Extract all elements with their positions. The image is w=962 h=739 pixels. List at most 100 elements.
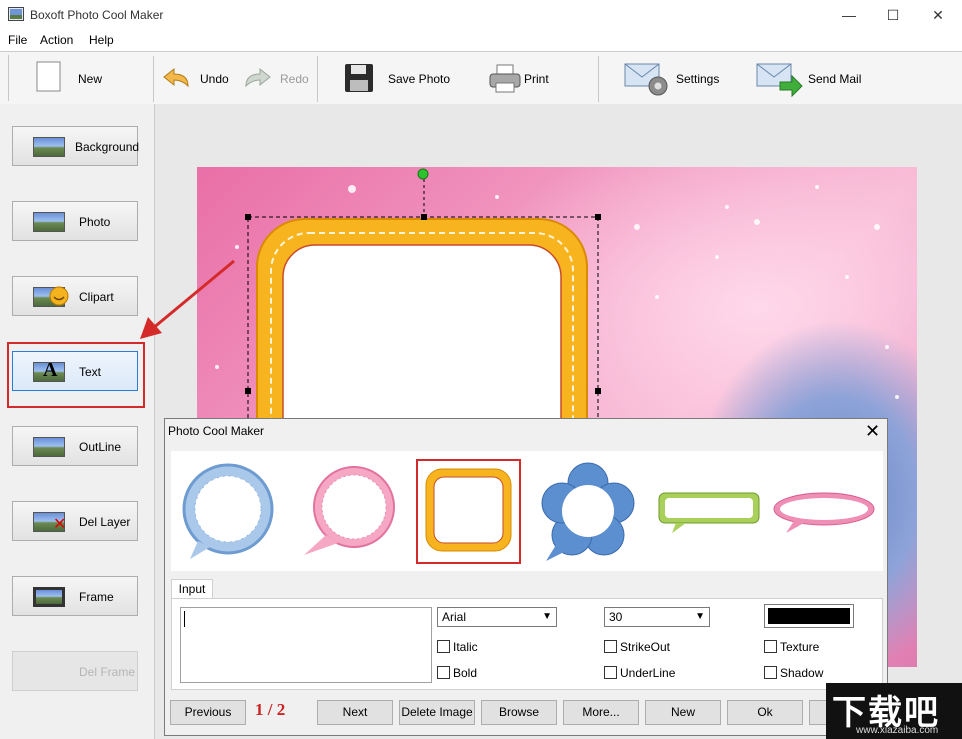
gallery-item-flower-blue[interactable]: [536, 459, 641, 564]
del-frame-button[interactable]: Del Frame: [12, 651, 138, 691]
print-label: Print: [524, 72, 549, 86]
checkbox-box[interactable]: [437, 640, 450, 653]
text-input-area[interactable]: [180, 607, 432, 683]
red-x-icon: ✕: [53, 516, 67, 533]
send-mail-button[interactable]: Send Mail: [756, 56, 866, 100]
background-button[interactable]: Background: [12, 126, 140, 166]
save-photo-button[interactable]: Save Photo: [342, 56, 462, 100]
del-layer-label: Del Layer: [79, 515, 131, 529]
size-select[interactable]: 30 ▼: [604, 607, 710, 627]
title-bar: Boxoft Photo Cool Maker — ☐ ✕: [0, 0, 962, 30]
delete-image-button[interactable]: Delete Image: [399, 700, 475, 725]
outline-label: OutLine: [79, 440, 122, 454]
shadow-checkbox[interactable]: Shadow: [764, 666, 823, 680]
menu-bar: File Action Help: [0, 30, 962, 51]
outline-button[interactable]: OutLine: [12, 426, 138, 466]
undo-label: Undo: [200, 72, 229, 86]
strikeout-label: StrikeOut: [620, 640, 671, 654]
browse-button[interactable]: Browse: [481, 700, 557, 725]
texture-checkbox[interactable]: Texture: [764, 640, 819, 654]
del-frame-label: Del Frame: [79, 665, 136, 679]
menu-action[interactable]: Action: [40, 33, 73, 47]
save-photo-label: Save Photo: [388, 72, 451, 86]
gallery-item-round-pink[interactable]: [296, 459, 401, 564]
new-button[interactable]: New: [30, 56, 140, 100]
frame-icon: [33, 587, 65, 607]
window-title: Boxoft Photo Cool Maker: [30, 8, 164, 22]
pink-oval-bubble-icon: [773, 492, 875, 533]
checkbox-box[interactable]: [764, 666, 777, 679]
frame-label: Frame: [79, 590, 114, 604]
ok-button[interactable]: Ok: [727, 700, 803, 725]
font-select-value: Arial: [442, 610, 467, 624]
close-button[interactable]: ✕: [915, 0, 961, 30]
dialog-title: Photo Cool Maker: [168, 424, 265, 438]
menu-help[interactable]: Help: [89, 33, 114, 47]
photo-cool-maker-dialog: Photo Cool Maker ✕ Input Arial ▼ 30 ▼ It…: [164, 418, 888, 736]
app-icon: [8, 7, 24, 21]
maximize-button[interactable]: ☐: [870, 0, 916, 30]
redo-label: Redo: [280, 72, 309, 86]
toolbar: New Undo Redo Save Photo Print Settings …: [0, 51, 962, 105]
gallery-item-pink-oval[interactable]: [772, 459, 877, 564]
font-select[interactable]: Arial ▼: [437, 607, 557, 627]
italic-checkbox[interactable]: Italic: [437, 640, 478, 654]
square-yellow-frame-icon: [425, 468, 512, 552]
checkbox-box[interactable]: [437, 666, 450, 679]
checkbox-box[interactable]: [764, 640, 777, 653]
gallery-item-round-blue[interactable]: [176, 459, 281, 564]
checkbox-box[interactable]: [604, 640, 617, 653]
redo-button[interactable]: Redo: [242, 56, 312, 100]
clipart-gallery: [171, 451, 883, 571]
photo-button[interactable]: Photo: [12, 201, 138, 241]
new-document-icon: [36, 61, 61, 92]
settings-label: Settings: [676, 72, 720, 86]
settings-mail-gear-icon: [624, 63, 668, 96]
chevron-down-icon: ▼: [542, 611, 552, 622]
text-button[interactable]: A Text: [12, 351, 138, 391]
letter-a-icon: A: [43, 359, 58, 381]
outline-icon: [33, 437, 65, 457]
del-layer-button[interactable]: ✕ Del Layer: [12, 501, 138, 541]
color-swatch: [768, 608, 850, 624]
frame-button[interactable]: Frame: [12, 576, 138, 616]
new-label: New: [78, 72, 103, 86]
toolbar-separator: [598, 56, 599, 102]
watermark-url: www.xiazaiba.com: [856, 725, 939, 736]
underline-checkbox[interactable]: UnderLine: [604, 666, 675, 680]
minimize-button[interactable]: —: [826, 0, 872, 30]
next-button[interactable]: Next: [317, 700, 393, 725]
previous-button[interactable]: Previous: [170, 700, 246, 725]
checkbox-box[interactable]: [604, 666, 617, 679]
toolbar-separator: [153, 56, 154, 102]
gallery-item-green-banner[interactable]: [656, 459, 761, 564]
more-button[interactable]: More...: [563, 700, 639, 725]
photo-label: Photo: [79, 215, 111, 229]
undo-button[interactable]: Undo: [162, 56, 232, 100]
background-label: Background: [75, 140, 140, 154]
undo-arrow-icon: [163, 67, 189, 88]
strikeout-checkbox[interactable]: StrikeOut: [604, 640, 670, 654]
color-picker[interactable]: [764, 604, 854, 628]
tab-input[interactable]: Input: [171, 579, 213, 600]
clipart-button[interactable]: Clipart: [12, 276, 138, 316]
toolbar-separator: [317, 56, 318, 102]
smiley-icon: [49, 286, 69, 306]
new-image-button[interactable]: New: [645, 700, 721, 725]
input-panel: Arial ▼ 30 ▼ Italic Bold StrikeOut Under…: [171, 598, 883, 690]
gallery-item-square-yellow-selected[interactable]: [416, 459, 521, 564]
menu-file[interactable]: File: [8, 33, 27, 47]
text-cursor: [184, 611, 185, 627]
annotation-arrow: [140, 259, 235, 339]
send-mail-icon: [756, 63, 803, 98]
bold-checkbox[interactable]: Bold: [437, 666, 477, 680]
dialog-close-button[interactable]: ✕: [865, 421, 880, 442]
floppy-disk-icon: [345, 64, 373, 92]
photo-landscape-icon: [33, 212, 65, 232]
texture-label: Texture: [780, 640, 820, 654]
settings-button[interactable]: Settings: [624, 56, 724, 100]
shadow-label: Shadow: [780, 666, 824, 680]
bold-label: Bold: [453, 666, 478, 680]
green-banner-icon: [658, 492, 760, 533]
print-button[interactable]: Print: [488, 56, 568, 100]
